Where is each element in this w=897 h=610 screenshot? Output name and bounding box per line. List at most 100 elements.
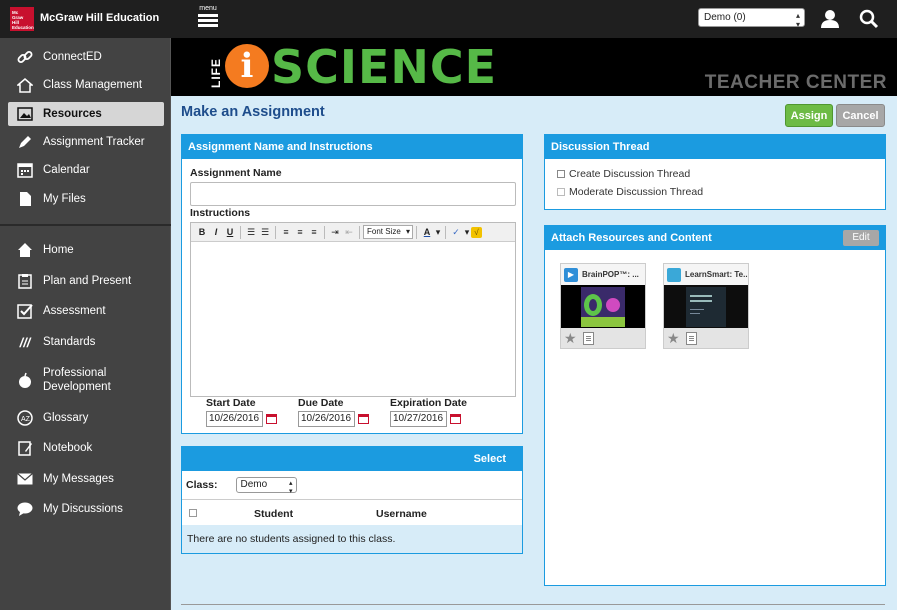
sidebar-item-my-discussions[interactable]: My Discussions [8, 497, 164, 521]
instructions-editor[interactable]: B I U ☰ ☰ ≡ ≡ ≡ ⇥ ⇤ Font Size ▾ A ▾ ✓ ▾ … [190, 222, 516, 397]
sidebar-item-standards[interactable]: /// Standards [8, 330, 164, 354]
italic-button[interactable]: I [209, 227, 223, 237]
resource-card-learnsmart[interactable]: LearnSmart: Te... ★ [663, 263, 749, 349]
calendar-icon[interactable] [358, 414, 369, 424]
sidebar-item-my-messages[interactable]: My Messages [8, 467, 164, 491]
edit-button[interactable]: Edit [843, 230, 879, 246]
font-color-arrow-icon[interactable]: ▾ [434, 227, 442, 238]
empty-students-message: There are no students assigned to this c… [182, 525, 522, 553]
play-icon: ▶ [564, 267, 578, 282]
select-all-checkbox[interactable] [189, 509, 197, 517]
document-icon[interactable] [685, 331, 697, 345]
bullet-list-icon[interactable]: ☰ [244, 227, 258, 238]
sidebar-item-resources[interactable]: Resources [8, 102, 164, 126]
calendar-icon[interactable] [450, 414, 461, 424]
calendar-icon[interactable] [266, 414, 277, 424]
sidebar-item-calendar[interactable]: Calendar [8, 158, 164, 182]
align-right-icon[interactable]: ≡ [307, 227, 321, 237]
class-label: Class: [186, 479, 218, 491]
sidebar-item-class-management[interactable]: Class Management [8, 73, 164, 97]
star-icon[interactable]: ★ [564, 330, 577, 347]
outdent-icon[interactable]: ⇤ [342, 227, 356, 238]
bottom-divider [181, 604, 885, 605]
moderate-discussion-row[interactable]: Moderate Discussion Thread [557, 186, 703, 198]
page-title: Make an Assignment [181, 104, 325, 120]
menu-label: menu [199, 5, 217, 12]
calendar-icon [16, 161, 34, 179]
discussion-panel-header: Discussion Thread [545, 135, 885, 159]
top-bar: Mc Graw Hill Education McGraw Hill Educa… [0, 0, 897, 38]
demo-select[interactable]: Demo (0) ▴ ▾ [698, 8, 805, 29]
expiration-date-label: Expiration Date [390, 397, 468, 409]
select-panel-header: Select [182, 447, 522, 471]
due-date-input[interactable]: 10/26/2016 [298, 411, 355, 427]
sidebar-item-glossary[interactable]: AZ Glossary [8, 406, 164, 430]
home-icon [16, 76, 34, 94]
select-arrows-icon: ▴ ▾ [795, 11, 800, 29]
moderate-discussion-checkbox[interactable] [557, 188, 565, 196]
spellcheck-icon[interactable]: ✓ [449, 227, 463, 238]
sidebar-item-connected[interactable]: ConnectED [8, 45, 164, 69]
menu-button[interactable]: menu [196, 5, 220, 33]
instructions-label: Instructions [190, 207, 251, 219]
student-column-header: Student [254, 508, 294, 520]
class-select[interactable]: Demo ▴ ▾ [235, 477, 297, 495]
clipboard-icon [16, 272, 34, 290]
select-students-panel: Select Class: Demo ▴ ▾ Student Username T… [181, 446, 523, 554]
assignment-name-label: Assignment Name [190, 167, 282, 179]
class-row: Class: Demo ▴ ▾ [186, 477, 297, 495]
banner-science-text: SCIENCE [271, 40, 498, 94]
create-discussion-row[interactable]: Create Discussion Thread [557, 168, 690, 180]
resource-card-brainpop[interactable]: ▶ BrainPOP™: ... ★ [560, 263, 646, 349]
assign-button[interactable]: Assign [785, 104, 833, 127]
select-link[interactable]: Select [474, 453, 506, 465]
image-icon [16, 105, 34, 123]
document-icon[interactable] [582, 331, 594, 345]
star-icon[interactable]: ★ [667, 330, 680, 347]
numbered-list-icon[interactable]: ☰ [258, 227, 272, 238]
notebook-icon [16, 439, 34, 457]
editor-toolbar: B I U ☰ ☰ ≡ ≡ ≡ ⇥ ⇤ Font Size ▾ A ▾ ✓ ▾ … [191, 223, 515, 242]
bold-button[interactable]: B [195, 227, 209, 237]
start-date-input[interactable]: 10/26/2016 [206, 411, 263, 427]
align-left-icon[interactable]: ≡ [279, 227, 293, 237]
attach-resources-panel: Attach Resources and Content Edit ▶ Brai… [544, 225, 886, 586]
attach-panel-header: Attach Resources and Content Edit [545, 226, 885, 250]
font-size-select[interactable]: Font Size ▾ [363, 225, 413, 239]
cancel-button[interactable]: Cancel [836, 104, 885, 127]
sidebar-item-notebook[interactable]: Notebook [8, 436, 164, 460]
sidebar-item-plan-and-present[interactable]: Plan and Present [8, 269, 164, 293]
create-discussion-label: Create Discussion Thread [569, 168, 691, 180]
sidebar-item-home[interactable]: Home [8, 238, 164, 262]
spellcheck-arrow-icon[interactable]: ▾ [463, 227, 471, 238]
font-color-button[interactable]: A [420, 227, 434, 237]
banner-life-text: LIFE [209, 58, 223, 88]
search-icon[interactable] [858, 8, 880, 30]
sidebar-item-professional-development[interactable]: Professional Development [8, 363, 164, 397]
house-icon [16, 241, 34, 259]
sidebar-item-assignment-tracker[interactable]: Assignment Tracker [8, 130, 164, 154]
create-discussion-checkbox[interactable] [557, 170, 565, 178]
apple-icon [16, 371, 34, 389]
math-symbol-icon[interactable]: √ [471, 226, 482, 238]
underline-button[interactable]: U [223, 227, 237, 237]
banner-i-logo: i [225, 44, 269, 88]
align-center-icon[interactable]: ≡ [293, 227, 307, 237]
brainpop-thumbnail [561, 285, 645, 328]
banner-teacher-center: TEACHER CENTER [704, 72, 887, 93]
expiration-date-input[interactable]: 10/27/2016 [390, 411, 447, 427]
isience-banner: LIFE i SCIENCE TEACHER CENTER [171, 38, 897, 96]
sidebar-item-my-files[interactable]: My Files [8, 187, 164, 211]
sidebar-item-assessment[interactable]: Assessment [8, 299, 164, 323]
glossary-icon: AZ [16, 409, 34, 427]
assignment-name-input[interactable] [190, 182, 516, 206]
start-date-group: Start Date 10/26/2016 [206, 397, 277, 427]
due-date-label: Due Date [298, 397, 344, 409]
expiration-date-group: Expiration Date 10/27/2016 [390, 397, 467, 427]
mcgraw-hill-logo[interactable]: Mc Graw Hill Education [10, 7, 34, 31]
speech-bubble-icon [16, 500, 34, 518]
user-icon[interactable] [819, 8, 841, 30]
moderate-discussion-label: Moderate Discussion Thread [569, 186, 704, 198]
indent-icon[interactable]: ⇥ [328, 227, 342, 238]
checkbox-icon [16, 302, 34, 320]
